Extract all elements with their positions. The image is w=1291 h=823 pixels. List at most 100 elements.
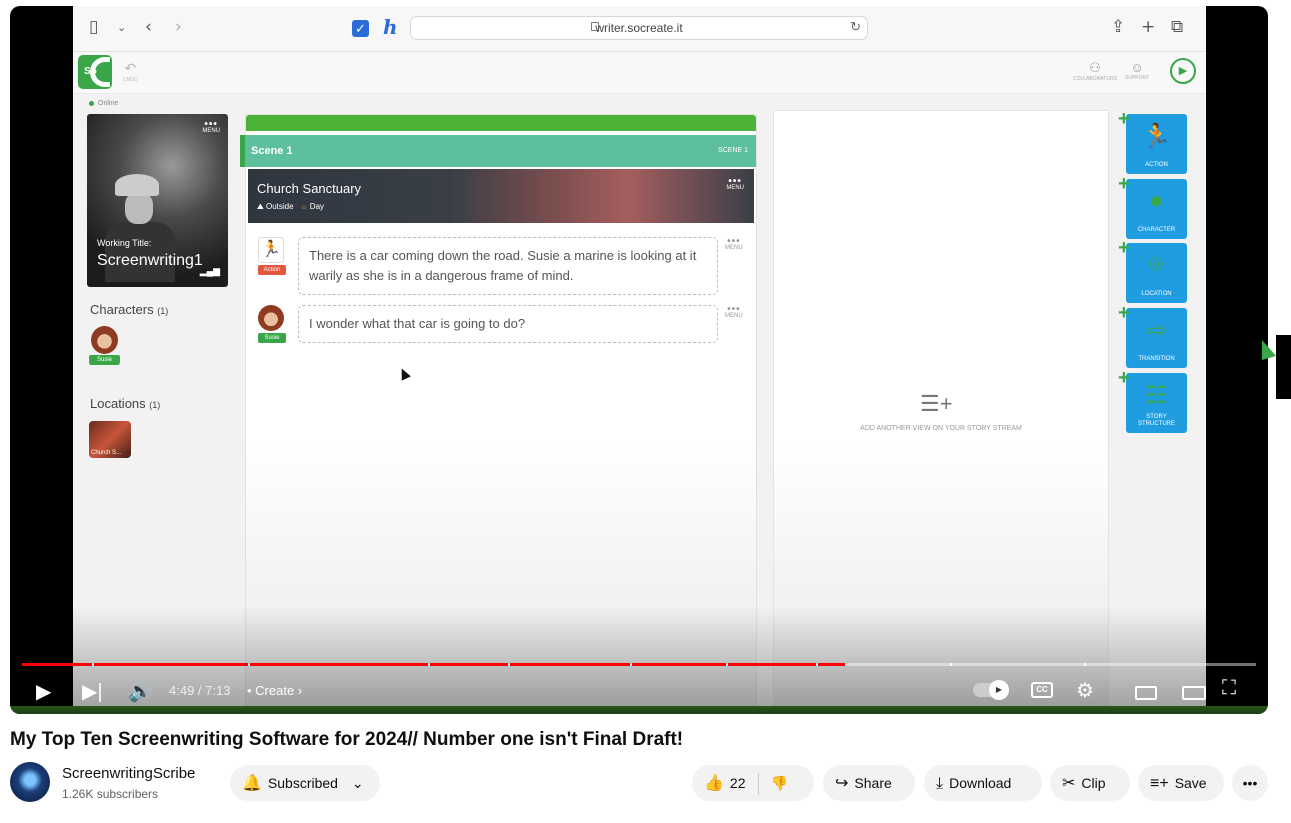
- settings-gear-icon[interactable]: ⚙: [1076, 678, 1094, 703]
- new-tab-icon: +: [1141, 17, 1156, 37]
- next-video-icon[interactable]: ▶|: [82, 679, 103, 704]
- video-player[interactable]: ▯ ⌄ ‹ › ✓ h writer.socreate.it ↻ ⇪ + ⧉ S…: [10, 6, 1268, 714]
- chapter-marker: [1084, 663, 1086, 666]
- collaborators-label: COLLABORATORS: [1073, 76, 1117, 82]
- divider: [757, 773, 759, 796]
- scene-number: SCENE 1: [718, 147, 748, 154]
- volume-icon[interactable]: 🔊: [128, 679, 153, 704]
- support-label: SUPPORT: [1125, 75, 1150, 81]
- tool-story-structure: + ☷ STORY STRUCTURE: [1118, 367, 1187, 433]
- socreate-logo: So: [78, 55, 112, 89]
- signal-icon: ▂▄▆: [199, 266, 220, 276]
- url-text: writer.socreate.it: [595, 21, 683, 35]
- time-display: 4:49 / 7:13: [169, 683, 231, 698]
- running-person-icon: 🏃: [258, 237, 284, 263]
- subscribed-label: Subscribed: [267, 775, 338, 791]
- characters-count: (1): [157, 306, 169, 316]
- tool-label: ACTION: [1145, 162, 1168, 168]
- stream-hint: ADD ANOTHER VIEW ON YOUR STORY STREAM: [860, 425, 1022, 432]
- dislike-icon[interactable]: 👎: [771, 775, 788, 791]
- chapter-marker: [950, 663, 952, 666]
- mountain-icon: ⛰: [257, 202, 264, 211]
- app-toolbar: So ↶ UNDO ⚇ COLLABORATORS ☺ SUPPORT ▶: [73, 52, 1206, 94]
- arrow-box-icon: ⇨: [1146, 317, 1167, 344]
- save-button[interactable]: ≡+ Save: [1138, 765, 1224, 801]
- like-count[interactable]: 22: [730, 775, 746, 791]
- miniplayer-icon[interactable]: [1135, 686, 1157, 700]
- progress-fill: [22, 663, 846, 666]
- back-icon: ‹: [145, 17, 152, 37]
- working-title: Screenwriting1: [97, 252, 203, 269]
- location-thumb: Church S...: [89, 421, 131, 458]
- sidebar-icon: ▯: [89, 17, 99, 37]
- character-tag: Susie: [89, 355, 120, 365]
- collaborators-button: ⚇ COLLABORATORS: [1073, 60, 1117, 82]
- poster-figure-face: [125, 192, 153, 224]
- edge-strip: [1276, 335, 1291, 399]
- poster-menu-label: MENU: [202, 128, 220, 134]
- undo-label: UNDO: [123, 77, 138, 83]
- forward-icon: ›: [175, 17, 182, 37]
- scene-header: Scene 1 SCENE 1: [240, 135, 756, 167]
- like-icon[interactable]: 👍: [704, 766, 724, 802]
- avatar: [91, 326, 118, 354]
- running-person-icon: 🏃: [1141, 123, 1172, 150]
- tabs-overview-icon: ⧉: [1171, 17, 1184, 37]
- action-badge: 🏃 Action: [258, 237, 286, 275]
- scene-title: Scene 1: [251, 145, 293, 157]
- chapter-marker: [508, 663, 510, 666]
- poster-menu-button: ••• MENU: [202, 119, 220, 135]
- location-menu-button: ••• MENU: [726, 176, 744, 192]
- chapter-marker: [428, 663, 430, 666]
- chapter-title-button[interactable]: • Create ›: [247, 683, 302, 698]
- reload-icon: ↻: [850, 19, 861, 34]
- play-icon[interactable]: ▶: [36, 679, 51, 704]
- progress-bar[interactable]: [22, 663, 1256, 666]
- working-title-poster: ••• MENU Working Title: Screenwriting1 ▂▄…: [87, 114, 228, 287]
- dialogue-text: I wonder what that car is going to do?: [298, 305, 718, 343]
- action-tag: Action: [258, 265, 286, 275]
- theater-mode-icon[interactable]: [1182, 686, 1206, 700]
- video-title: My Top Ten Screenwriting Software for 20…: [10, 729, 684, 750]
- clip-button[interactable]: ✂ Clip: [1050, 765, 1130, 801]
- green-cursor-icon: [1262, 340, 1276, 360]
- location-meta: ⛰ Outside ☼ Day: [257, 202, 324, 212]
- beat-menu-button: ••• MENU: [725, 304, 743, 320]
- tool-transition: + ⇨ TRANSITION: [1118, 302, 1187, 368]
- location-title: Church Sanctuary: [257, 181, 362, 196]
- sun-icon: ☼: [300, 202, 308, 211]
- channel-name[interactable]: ScreenwritingScribe: [62, 765, 195, 782]
- chapter-marker: [630, 663, 632, 666]
- tool-label: LOCATION: [1141, 291, 1172, 297]
- beat-menu-label: MENU: [725, 245, 743, 251]
- support-button: ☺ SUPPORT: [1125, 60, 1150, 81]
- share-button[interactable]: ↪ Share: [823, 765, 915, 801]
- working-title-label: Working Title:: [97, 238, 152, 248]
- chapter-marker: [726, 663, 728, 666]
- locations-label: Locations: [90, 396, 146, 411]
- download-button[interactable]: ⤓ Download: [924, 765, 1042, 801]
- scene-column-bar: [246, 115, 756, 131]
- add-list-icon: ☰+: [920, 391, 953, 416]
- extension-h-icon: h: [383, 15, 398, 39]
- subscriber-count: 1.26K subscribers: [62, 787, 159, 801]
- autoplay-toggle[interactable]: [973, 680, 1009, 700]
- more-actions-button[interactable]: •••: [1232, 765, 1268, 801]
- download-label: Download: [949, 775, 1012, 791]
- scissors-icon: ✂: [1062, 775, 1076, 793]
- undo-button: ↶ UNDO: [123, 60, 138, 83]
- address-bar: writer.socreate.it ↻: [410, 16, 868, 40]
- save-label: Save: [1174, 775, 1207, 791]
- chevron-down-icon: ⌄: [351, 775, 364, 791]
- fullscreen-icon[interactable]: ⛶: [1222, 677, 1236, 700]
- share-sheet-icon: ⇪: [1111, 17, 1126, 37]
- share-icon: ↪: [835, 775, 849, 793]
- chapter-marker: [248, 663, 250, 666]
- subscribed-button[interactable]: 🔔 Subscribed ⌄: [230, 765, 380, 801]
- clip-label: Clip: [1081, 775, 1106, 791]
- channel-avatar[interactable]: [10, 762, 50, 802]
- like-dislike-group: 👍 22 👎: [692, 765, 814, 801]
- captions-icon[interactable]: CC: [1031, 682, 1053, 698]
- map-pin-icon: ⌾: [1149, 251, 1164, 278]
- structure-icon: ☷: [1145, 382, 1168, 409]
